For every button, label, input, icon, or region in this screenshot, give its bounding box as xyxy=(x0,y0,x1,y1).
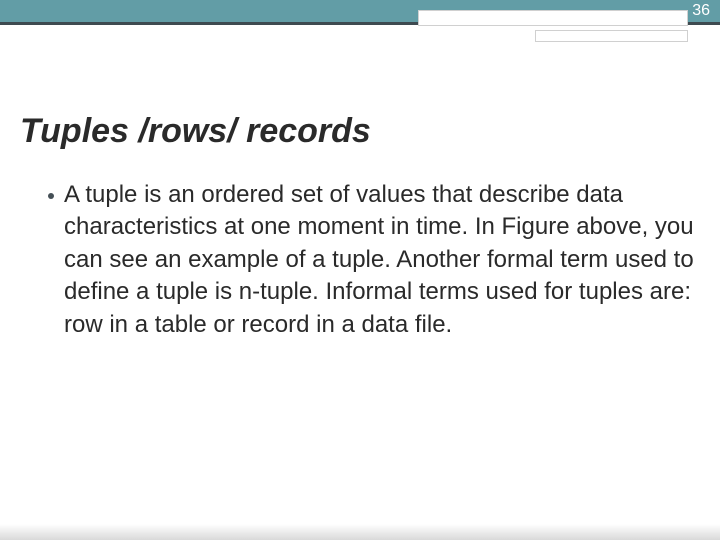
decoration-box-large xyxy=(418,10,688,26)
bottom-shadow xyxy=(0,524,720,540)
page-number: 36 xyxy=(692,2,710,20)
slide-title: Tuples /rows/ records xyxy=(20,112,700,151)
decoration-box-small xyxy=(535,30,688,42)
bullet-icon xyxy=(48,193,54,199)
body-text: A tuple is an ordered set of values that… xyxy=(64,179,700,341)
header-decoration: 36 xyxy=(0,0,720,60)
slide-content: Tuples /rows/ records A tuple is an orde… xyxy=(20,112,700,341)
bullet-item: A tuple is an ordered set of values that… xyxy=(20,179,700,341)
